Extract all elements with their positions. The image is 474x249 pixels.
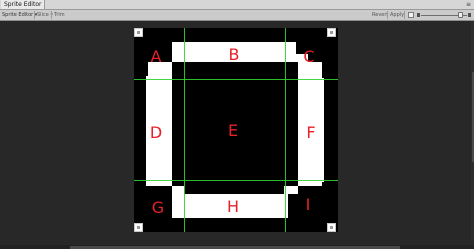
- region-label-g: G: [151, 198, 165, 217]
- zoom-in-icon: [468, 13, 471, 17]
- toolbar-divider: [34, 11, 35, 19]
- sprite-bottom-left-corner: [172, 186, 184, 194]
- sprite-editor-mode-dropdown[interactable]: Sprite Editor ▾: [2, 11, 37, 19]
- region-label-c: C: [303, 47, 315, 66]
- revert-button[interactable]: Revert: [372, 11, 388, 19]
- border-guide-right[interactable]: [285, 28, 286, 232]
- border-guide-left[interactable]: [184, 28, 185, 232]
- horizontal-scrollbar[interactable]: [0, 245, 474, 249]
- top-right-handle[interactable]: [327, 28, 336, 37]
- apply-button[interactable]: Apply: [390, 11, 404, 19]
- toolbar-divider: [387, 11, 388, 19]
- region-label-b: B: [228, 45, 240, 64]
- toolbar-divider: [51, 11, 52, 19]
- zoom-slider-thumb[interactable]: [457, 12, 463, 18]
- region-label-a: A: [150, 47, 162, 66]
- bottom-left-handle[interactable]: [134, 223, 143, 232]
- bottom-right-handle[interactable]: [327, 223, 336, 232]
- region-label-e: E: [227, 121, 239, 140]
- region-label-f: F: [306, 123, 316, 142]
- region-label-d: D: [149, 123, 163, 142]
- window-titlebar: Sprite Editor ≡: [0, 0, 474, 10]
- alpha-toggle-icon[interactable]: [408, 12, 414, 18]
- sprite-bottom-right-corner: [284, 186, 298, 194]
- window-menu-icon[interactable]: ≡: [466, 1, 471, 8]
- border-guide-top[interactable]: [134, 79, 338, 80]
- border-guide-bottom[interactable]: [134, 180, 338, 181]
- top-left-handle[interactable]: [134, 28, 143, 37]
- toolbar-divider: [404, 11, 405, 19]
- region-label-i: I: [305, 195, 311, 214]
- toolbar: Sprite Editor ▾ Slice ▾ Trim Revert Appl…: [0, 10, 474, 21]
- trim-button[interactable]: Trim: [54, 11, 65, 19]
- region-label-h: H: [226, 197, 240, 216]
- tab-sprite-editor[interactable]: Sprite Editor: [1, 0, 46, 9]
- zoom-out-icon: [417, 13, 420, 17]
